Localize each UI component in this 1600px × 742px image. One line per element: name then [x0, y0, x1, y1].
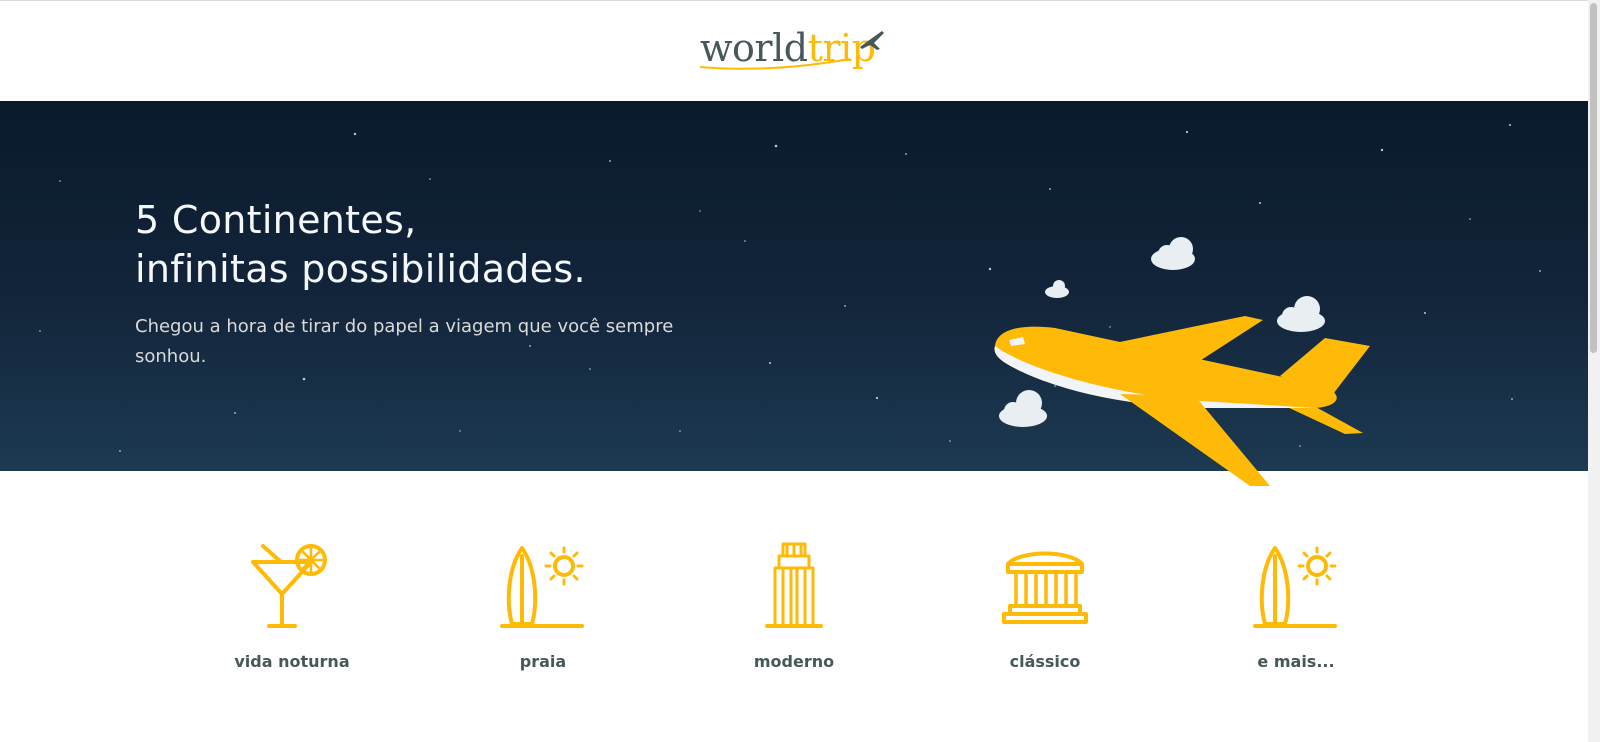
site-header: worldtrip	[0, 1, 1588, 100]
airplane-illustration	[994, 237, 1370, 486]
cloud-icon	[1045, 280, 1069, 298]
travel-type-vida-noturna[interactable]: vida noturna	[202, 540, 382, 672]
travel-type-label: praia	[519, 652, 567, 671]
travel-types: vida noturna praia moderno clássico e ma…	[0, 540, 1588, 700]
hero-subtitle: Chegou a hora de tirar do papel a viagem…	[135, 316, 674, 367]
travel-type-e-mais[interactable]: e mais...	[1206, 540, 1386, 672]
skyscraper-icon	[765, 542, 823, 628]
hero-title: 5 Continentes, infinitas possibilidades.	[135, 196, 586, 294]
cloud-icon	[1277, 296, 1325, 332]
surfboard-sun-icon	[1253, 546, 1337, 628]
travel-type-moderno[interactable]: moderno	[704, 540, 884, 672]
travel-type-praia[interactable]: praia	[453, 540, 633, 672]
logo-airplane-icon	[700, 31, 884, 70]
cloud-icon	[999, 390, 1047, 427]
cloud-icon	[1151, 237, 1195, 270]
cocktail-icon	[251, 544, 327, 628]
hero-title-line-2: infinitas possibilidades.	[135, 247, 586, 291]
hero-title-line-1: 5 Continentes,	[135, 198, 417, 242]
vertical-scrollbar[interactable]	[1588, 0, 1600, 742]
travel-type-label: vida noturna	[234, 652, 350, 671]
travel-type-label: clássico	[1009, 652, 1081, 671]
classical-building-icon	[1002, 551, 1088, 624]
travel-type-label: moderno	[753, 652, 835, 671]
travel-type-label: e mais...	[1257, 652, 1335, 671]
scrollbar-thumb[interactable]	[1590, 3, 1597, 353]
surfboard-sun-icon	[500, 546, 584, 628]
worldtrip-logo[interactable]: worldtrip	[700, 25, 890, 81]
travel-type-classico[interactable]: clássico	[955, 540, 1135, 672]
